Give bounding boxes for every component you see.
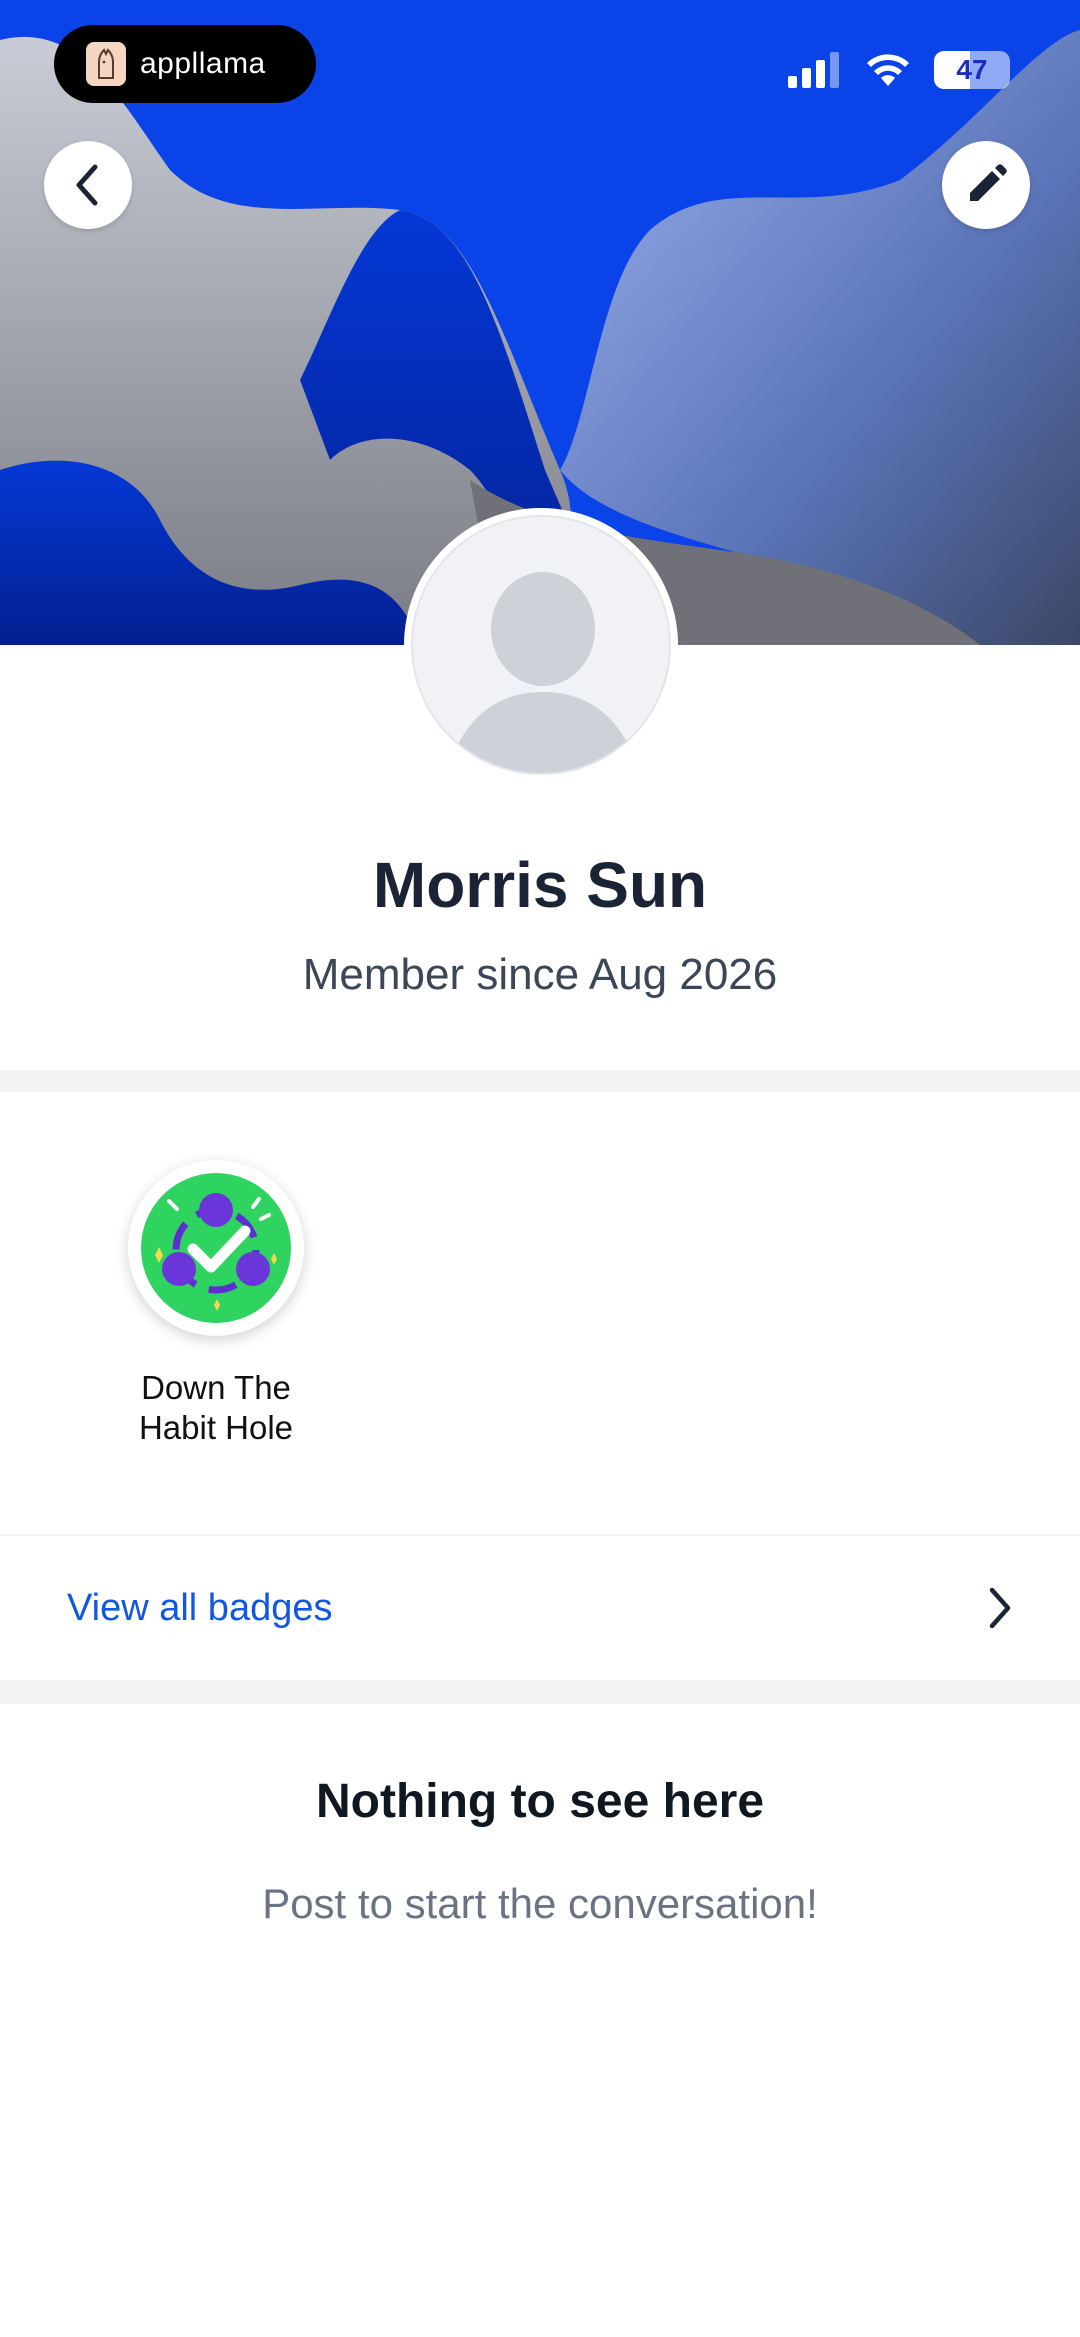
pencil-icon <box>970 164 1007 201</box>
badge-label-line1: Down The <box>141 1369 291 1406</box>
empty-state-subtitle: Post to start the conversation! <box>262 1880 818 1927</box>
badge-down-the-habit-hole[interactable] <box>128 1160 304 1336</box>
screen-recorder-pill: appllama <box>54 25 316 103</box>
badge-label-line2: Habit Hole <box>138 1409 294 1446</box>
member-since: Member since Aug 2026 <box>302 950 778 999</box>
profile-name: Morris Sun <box>372 849 708 921</box>
battery-level: 47 <box>956 54 988 85</box>
app-brand: appllama <box>140 47 266 80</box>
llama-logo-icon <box>86 42 126 86</box>
view-all-badges-link[interactable]: View all badges <box>67 1587 332 1630</box>
wifi-icon <box>867 54 909 86</box>
section-divider <box>0 1070 1080 1092</box>
habit-check-badge-icon <box>141 1173 291 1323</box>
chevron-left-icon <box>76 164 98 206</box>
back-button[interactable] <box>44 141 132 229</box>
badge-label: Down The Habit Hole <box>100 1368 332 1448</box>
section-divider <box>0 1680 1080 1704</box>
chevron-right-icon <box>989 1587 1011 1629</box>
system-status: 47 <box>788 48 1010 92</box>
cellular-signal-icon <box>788 52 839 88</box>
battery-indicator: 47 <box>934 51 1010 89</box>
default-user-icon <box>453 572 633 773</box>
avatar[interactable] <box>404 508 678 782</box>
empty-state-title: Nothing to see here <box>315 1775 765 1828</box>
avatar-placeholder <box>411 515 671 775</box>
edit-profile-button[interactable] <box>942 141 1030 229</box>
view-all-badges-row[interactable]: View all badges <box>0 1536 1080 1680</box>
